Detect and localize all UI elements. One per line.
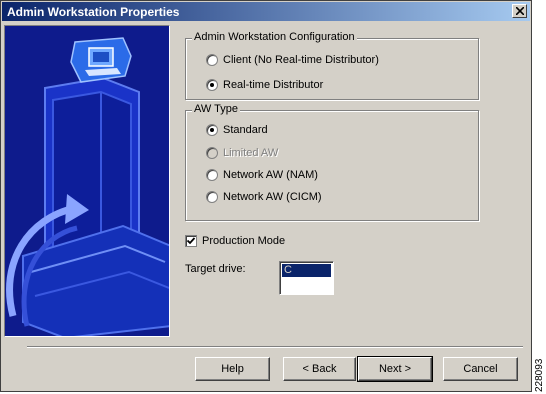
back-button[interactable]: < Back <box>283 357 356 381</box>
dialog-window: Admin Workstation Properties Admin Works… <box>0 0 532 392</box>
radio-realtime-distributor-label: Real-time Distributor <box>223 79 324 91</box>
radio-client-label: Client (No Real-time Distributor) <box>223 54 379 66</box>
checkmark-icon <box>186 237 196 245</box>
cancel-button[interactable]: Cancel <box>443 357 518 381</box>
radio-client-button[interactable] <box>206 54 218 66</box>
radio-limited-aw-button <box>206 147 218 159</box>
aw-type-group: AW Type Standard Limited AW Network AW (… <box>185 103 479 221</box>
button-separator <box>27 346 523 348</box>
aw-configuration-legend: Admin Workstation Configuration <box>192 31 357 43</box>
close-button[interactable] <box>512 4 527 18</box>
production-mode-checkbox[interactable] <box>185 235 197 247</box>
wizard-banner-image <box>4 25 170 337</box>
radio-standard-button[interactable] <box>206 124 218 136</box>
radio-network-aw-nam-label: Network AW (NAM) <box>223 169 318 181</box>
radio-standard-label: Standard <box>223 124 268 136</box>
target-drive-listbox[interactable]: C <box>279 261 334 295</box>
radio-realtime-distributor-button[interactable] <box>206 79 218 91</box>
radio-network-aw-cicm-button[interactable] <box>206 191 218 203</box>
production-mode-label: Production Mode <box>202 235 286 247</box>
radio-network-aw-nam-button[interactable] <box>206 169 218 181</box>
help-button[interactable]: Help <box>195 357 270 381</box>
aw-configuration-group: Admin Workstation Configuration Client (… <box>185 31 479 100</box>
aw-type-legend: AW Type <box>192 103 241 115</box>
next-button[interactable]: Next > <box>357 356 433 382</box>
target-drive-label: Target drive: <box>185 263 246 275</box>
figure-code: 228093 <box>534 358 545 392</box>
title-bar[interactable]: Admin Workstation Properties <box>2 2 530 21</box>
radio-network-aw-cicm-label: Network AW (CICM) <box>223 191 322 203</box>
window-title: Admin Workstation Properties <box>7 5 180 19</box>
drive-item-c[interactable]: C <box>282 264 331 277</box>
radio-limited-aw-label: Limited AW <box>223 147 279 159</box>
close-icon <box>516 7 524 15</box>
workstation-illustration <box>5 26 169 336</box>
